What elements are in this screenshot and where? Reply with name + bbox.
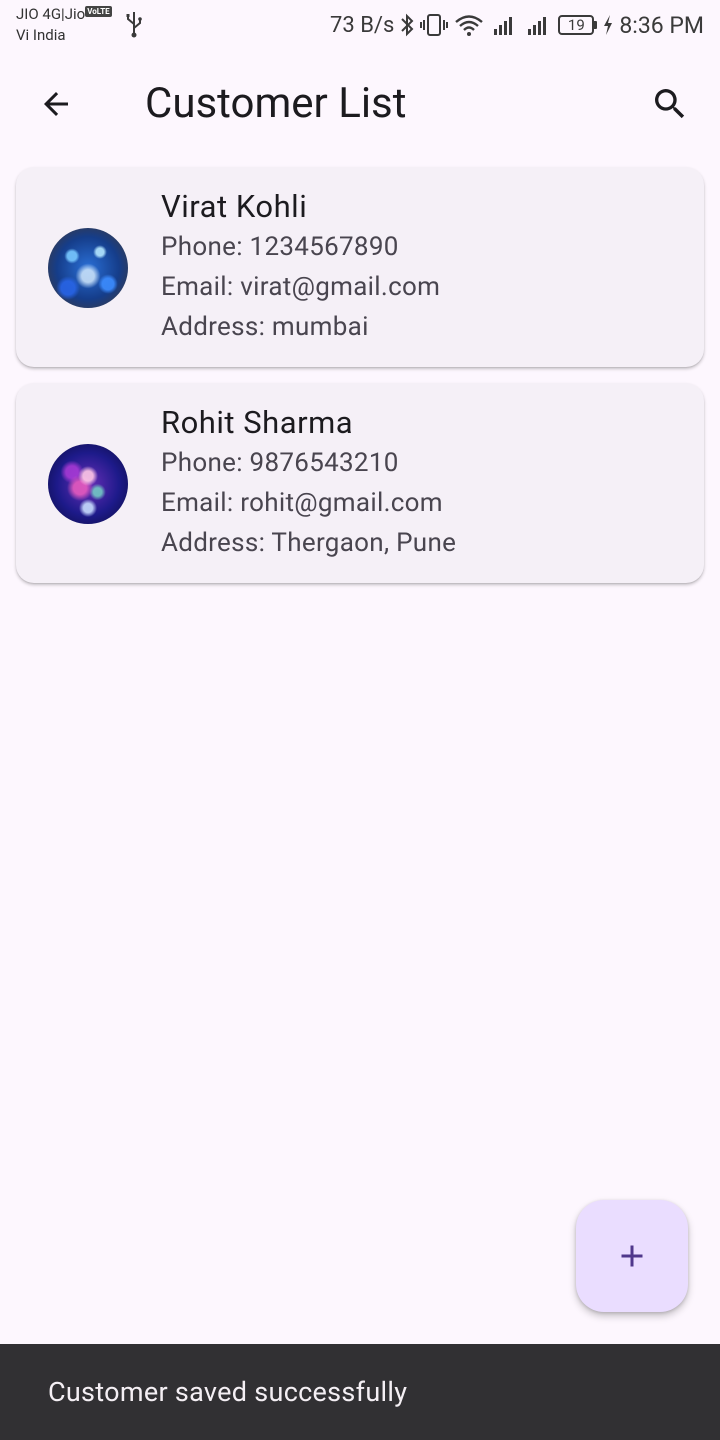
customer-card[interactable]: Virat Kohli Phone: 1234567890 Email: vir… xyxy=(16,167,704,367)
customer-email: Email: virat@gmail.com xyxy=(161,272,441,302)
snackbar: Customer saved successfully xyxy=(0,1344,720,1440)
back-button[interactable] xyxy=(28,76,84,132)
avatar xyxy=(48,228,128,308)
customer-name: Rohit Sharma xyxy=(161,404,354,441)
page-title: Customer List xyxy=(145,79,407,128)
screen: JIO 4G|Jio VoLTE Vi India 73 B/s 19 8:36… xyxy=(0,0,720,1440)
wifi-icon xyxy=(455,15,484,36)
customer-details: Rohit Sharma Phone: 9876543210 Email: ro… xyxy=(161,403,456,563)
network-speed: 73 B/s xyxy=(330,12,395,38)
search-button[interactable] xyxy=(642,76,698,132)
customer-details: Virat Kohli Phone: 1234567890 Email: vir… xyxy=(161,187,440,347)
charging-icon xyxy=(604,15,613,35)
carrier-info: JIO 4G|Jio VoLTE Vi India xyxy=(16,4,112,46)
customer-address: Address: mumbai xyxy=(161,312,369,342)
add-customer-button[interactable] xyxy=(576,1200,688,1312)
battery-icon: 19 xyxy=(558,15,598,35)
signal-icon-sim1 xyxy=(494,17,513,35)
customer-phone: Phone: 1234567890 xyxy=(161,232,399,262)
customer-name: Virat Kohli xyxy=(161,188,308,225)
carrier-line1: JIO 4G|Jio xyxy=(16,5,86,23)
usb-icon xyxy=(126,12,142,38)
customer-card[interactable]: Rohit Sharma Phone: 9876543210 Email: ro… xyxy=(16,383,704,583)
volte-badge: VoLTE xyxy=(85,6,112,17)
battery-level: 19 xyxy=(558,15,595,35)
status-icons: 73 B/s 19 8:36 PM xyxy=(330,10,704,40)
arrow-back-icon xyxy=(44,92,68,116)
carrier-line2: Vi India xyxy=(16,26,66,44)
signal-icon-sim2 xyxy=(528,17,547,35)
app-bar: Customer List xyxy=(0,62,720,146)
add-icon xyxy=(621,1245,643,1267)
customer-phone: Phone: 9876543210 xyxy=(161,448,399,478)
clock: 8:36 PM xyxy=(619,11,704,39)
customer-address: Address: Thergaon, Pune xyxy=(161,528,457,558)
customer-email: Email: rohit@gmail.com xyxy=(161,488,443,518)
avatar xyxy=(48,444,128,524)
search-icon xyxy=(655,89,685,119)
vibrate-icon xyxy=(420,14,449,36)
status-bar: JIO 4G|Jio VoLTE Vi India 73 B/s 19 8:36… xyxy=(0,0,720,52)
bluetooth-icon xyxy=(401,13,414,37)
snackbar-message: Customer saved successfully xyxy=(48,1376,408,1408)
customer-list: Virat Kohli Phone: 1234567890 Email: vir… xyxy=(16,167,704,599)
